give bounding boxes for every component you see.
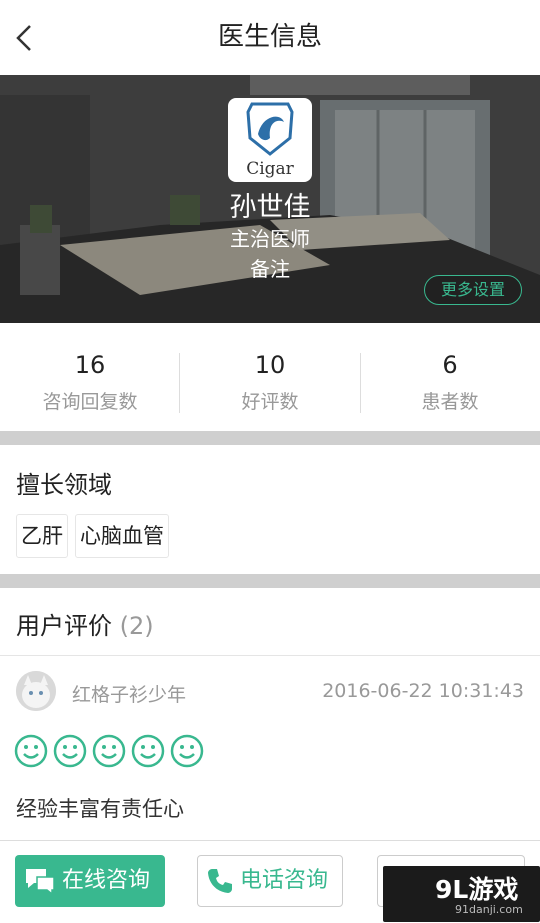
more-settings-button[interactable]: 更多设置 bbox=[424, 275, 522, 305]
smiley-rating-icon bbox=[170, 734, 204, 768]
stat-value: 10 bbox=[254, 351, 286, 379]
smiley-rating-icon bbox=[131, 734, 165, 768]
doctor-avatar-logo: Cigar bbox=[228, 98, 312, 182]
smiley-rating-icon bbox=[92, 734, 126, 768]
smiley-rating-icon bbox=[53, 734, 87, 768]
phone-icon bbox=[208, 869, 232, 893]
doctor-title: 主治医师 bbox=[230, 227, 310, 251]
cat-avatar-icon bbox=[16, 671, 56, 711]
reviews-count: (2) bbox=[119, 612, 154, 640]
section-separator bbox=[0, 574, 540, 588]
section-separator bbox=[0, 431, 540, 445]
online-consult-button[interactable]: 在线咨询 bbox=[15, 855, 165, 907]
phone-consult-label: 电话咨询 bbox=[240, 868, 329, 893]
stat-positive-reviews: 10 好评数 bbox=[180, 323, 360, 431]
stat-label: 患者数 bbox=[421, 391, 479, 413]
reviews-heading: 用户评价 (2) bbox=[16, 606, 154, 641]
chat-bubble-icon bbox=[26, 869, 55, 896]
shield-logo-icon: Cigar bbox=[246, 102, 295, 179]
svg-text:Cigar: Cigar bbox=[246, 159, 294, 179]
stat-value: 16 bbox=[74, 351, 106, 379]
doctor-name: 孙世佳 bbox=[229, 192, 311, 223]
watermark-logo-text: 9L游戏 bbox=[435, 875, 519, 904]
site-watermark: 9L游戏 91danji.com bbox=[383, 866, 540, 922]
smiley-rating-icon bbox=[14, 734, 48, 768]
reviews-heading-label: 用户评价 bbox=[16, 612, 112, 640]
reviewer-name: 红格子衫少年 bbox=[72, 684, 187, 706]
reviewer-avatar bbox=[16, 671, 56, 711]
stats-row: 16 咨询回复数 10 好评数 6 患者数 bbox=[0, 323, 540, 431]
top-bar: 医生信息 bbox=[0, 0, 540, 76]
online-consult-label: 在线咨询 bbox=[62, 868, 151, 893]
stat-value: 6 bbox=[442, 351, 458, 379]
stat-label: 咨询回复数 bbox=[42, 391, 138, 413]
stat-label: 好评数 bbox=[241, 391, 299, 413]
stat-replies: 16 咨询回复数 bbox=[0, 323, 180, 431]
doctor-profile-banner: Cigar 孙世佳 主治医师 备注 更多设置 bbox=[0, 75, 540, 323]
watermark-url: 91danji.com bbox=[455, 903, 523, 916]
expertise-tag: 心脑血管 bbox=[75, 514, 169, 558]
review-text: 经验丰富有责任心 bbox=[16, 797, 184, 821]
stat-patients: 6 患者数 bbox=[360, 323, 540, 431]
expertise-heading: 擅长领域 bbox=[16, 471, 112, 499]
expertise-tag: 乙肝 bbox=[16, 514, 68, 558]
divider bbox=[0, 655, 540, 656]
review-timestamp: 2016-06-22 10:31:43 bbox=[322, 680, 524, 702]
page-title: 医生信息 bbox=[217, 22, 322, 52]
phone-consult-button[interactable]: 电话咨询 bbox=[197, 855, 343, 907]
